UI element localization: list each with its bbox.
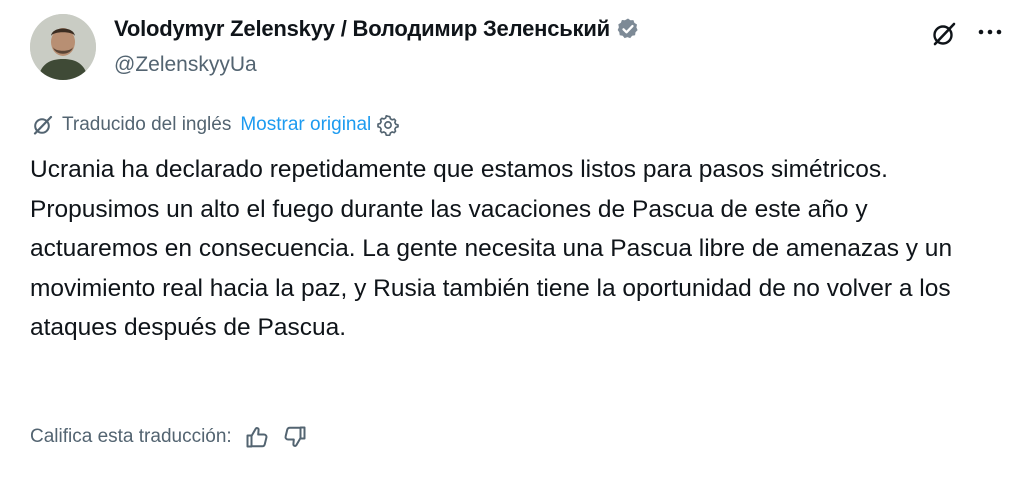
- grok-icon[interactable]: [930, 20, 958, 48]
- author-display-name[interactable]: Volodymyr Zelenskyy / Володимир Зеленськ…: [114, 16, 610, 42]
- verified-badge-icon[interactable]: [616, 17, 640, 41]
- thumbs-up-icon[interactable]: [244, 424, 270, 450]
- thumbs-down-icon[interactable]: [282, 424, 308, 450]
- author-handle[interactable]: @ZelenskyyUa: [114, 53, 257, 77]
- show-original-link[interactable]: Mostrar original: [240, 114, 371, 136]
- tweet-text: Ucrania ha declarado repetidamente que e…: [30, 156, 953, 341]
- more-options-icon[interactable]: [975, 20, 1005, 44]
- author-name-row: Volodymyr Zelenskyy / Володимир Зеленськ…: [114, 16, 640, 42]
- translation-row: Traducido del inglés Mostrar original: [32, 114, 400, 136]
- translated-from-label: Traducido del inglés: [62, 114, 232, 135]
- rate-translation-row: Califica esta traducción:: [30, 424, 308, 450]
- avatar-image: [30, 14, 96, 80]
- grok-translate-icon: [33, 115, 53, 135]
- gear-icon[interactable]: [377, 114, 400, 136]
- rate-translation-label: Califica esta traducción:: [30, 426, 232, 447]
- avatar[interactable]: [30, 14, 96, 80]
